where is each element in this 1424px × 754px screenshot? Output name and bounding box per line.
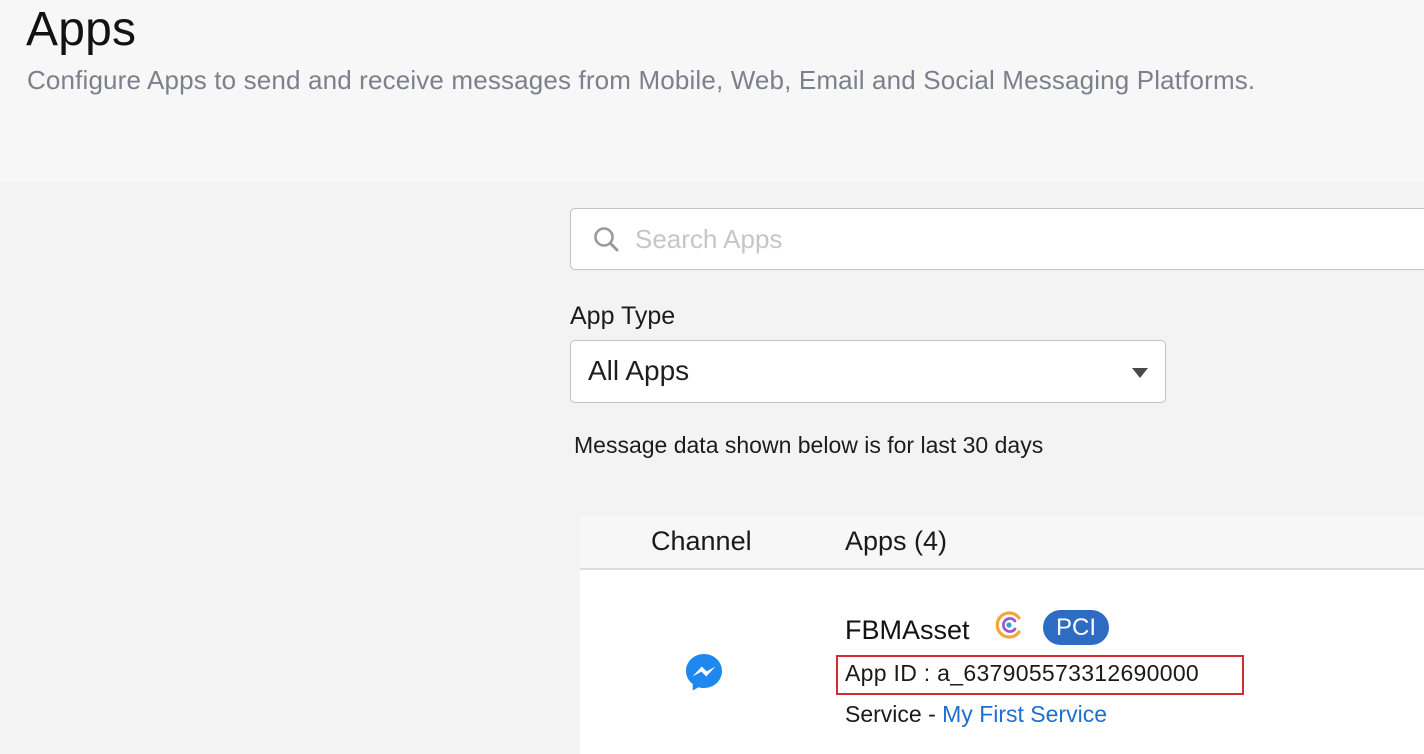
chevron-down-icon: [1132, 368, 1148, 378]
messenger-icon: [686, 654, 722, 691]
column-header-channel[interactable]: Channel: [651, 524, 752, 558]
column-header-apps[interactable]: Apps (4): [845, 524, 947, 558]
service-link[interactable]: My First Service: [942, 701, 1107, 727]
app-name[interactable]: FBMAsset: [845, 613, 970, 647]
service-prefix: Service -: [845, 701, 943, 727]
app-type-label: App Type: [570, 302, 676, 330]
data-period-note: Message data shown below is for last 30 …: [574, 432, 1044, 458]
app-type-selected-value: All Apps: [588, 355, 690, 386]
pci-badge: PCI: [1043, 610, 1110, 645]
webex-icon: [995, 611, 1021, 639]
page-subtitle: Configure Apps to send and receive messa…: [27, 65, 1256, 95]
search-box[interactable]: [570, 208, 1424, 270]
apps-page: Apps Configure Apps to send and receive …: [0, 0, 1424, 754]
table-row[interactable]: FBMAsset PCI App ID : a_6379055733126900…: [580, 570, 1424, 754]
search-icon: [594, 227, 619, 252]
page-title: Apps: [26, 3, 137, 56]
app-type-select[interactable]: All Apps: [570, 340, 1166, 403]
table-header: Channel Apps (4): [580, 516, 1424, 570]
search-input[interactable]: [635, 209, 1415, 269]
app-id: App ID : a_637905573312690000: [845, 660, 1200, 686]
service-line: Service - My First Service: [845, 699, 1107, 729]
